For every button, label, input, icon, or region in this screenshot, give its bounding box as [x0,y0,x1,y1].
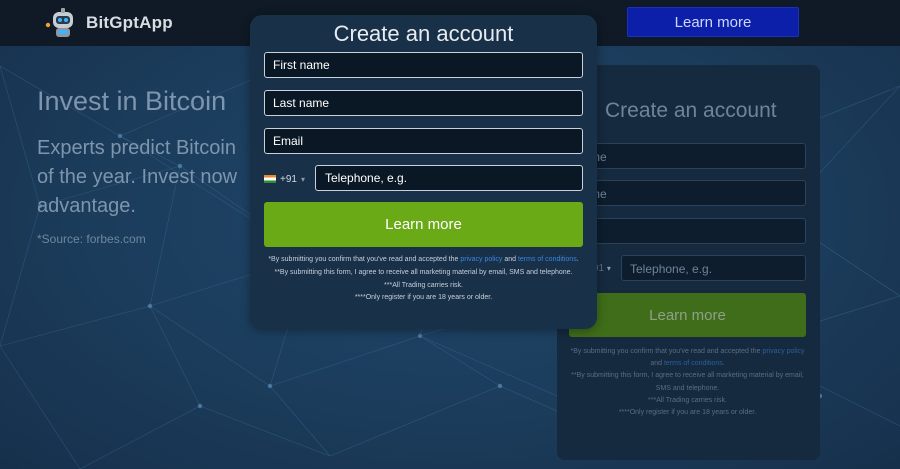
chevron-down-icon: ▾ [300,174,305,184]
hero-title: Invest in Bitcoin [37,86,227,116]
hero-subtitle: Experts predict Bitcoin of the year. Inv… [37,137,238,217]
disclaimer: *By submitting you confirm that you've r… [268,256,579,302]
logo[interactable]: BitGptApp [44,6,173,40]
learn-more-button[interactable]: Learn more [264,202,583,247]
modal-title: Create an account [333,21,514,46]
signup-modal: Create an account First name Last name E… [250,15,597,329]
bg-email-field: ail [569,218,806,244]
country-code: +91 [280,173,297,185]
first-name-field[interactable]: First name [264,52,583,78]
top-learn-more-button[interactable]: Learn more [627,7,799,37]
hero-source: *Source: forbes.com [37,232,146,246]
bg-disclaimer: *By submitting you confirm that you've r… [570,348,805,417]
last-name-field[interactable]: Last name [264,90,583,116]
india-flag-icon [264,175,276,183]
bg-terms-link: terms of conditions [663,360,723,368]
country-code-select[interactable]: +91 ▾ [264,166,314,192]
telephone-field[interactable]: Telephone, e.g. [315,165,583,191]
robot-icon [45,8,73,37]
chevron-down-icon: ▾ [606,264,611,273]
logo-text: BitGptApp [86,13,173,32]
bg-phone-field: Telephone, e.g. [621,255,806,281]
email-field[interactable]: Email [264,128,583,154]
bg-learn-more-button: Learn more [569,293,806,337]
terms-link[interactable]: terms of conditions [518,256,577,263]
bg-first-name-field: t name [569,143,806,169]
privacy-policy-link[interactable]: privacy policy [460,256,502,263]
bg-form-title: Create an account [605,99,777,122]
bg-last-name-field: t name [569,180,806,206]
bg-privacy-policy-link: privacy policy [762,348,805,355]
